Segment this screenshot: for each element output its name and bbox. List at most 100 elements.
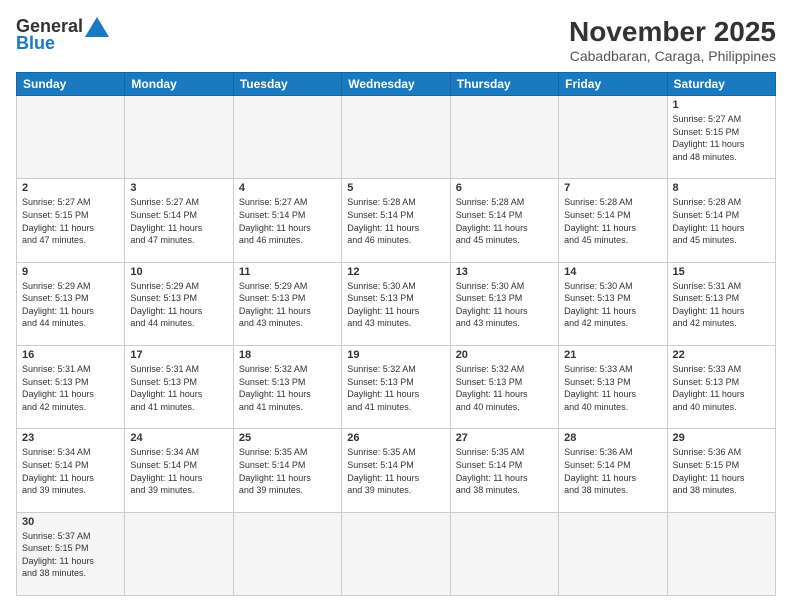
day-number: 28 <box>564 432 661 444</box>
day-info: Sunrise: 5:35 AM Sunset: 5:14 PM Dayligh… <box>239 446 336 496</box>
table-row <box>342 512 450 595</box>
table-row <box>559 96 667 179</box>
day-number: 29 <box>673 432 770 444</box>
day-info: Sunrise: 5:36 AM Sunset: 5:15 PM Dayligh… <box>673 446 770 496</box>
day-info: Sunrise: 5:36 AM Sunset: 5:14 PM Dayligh… <box>564 446 661 496</box>
day-info: Sunrise: 5:33 AM Sunset: 5:13 PM Dayligh… <box>673 363 770 413</box>
table-row: 17Sunrise: 5:31 AM Sunset: 5:13 PM Dayli… <box>125 345 233 428</box>
location-subtitle: Cabadbaran, Caraga, Philippines <box>569 48 776 64</box>
day-info: Sunrise: 5:28 AM Sunset: 5:14 PM Dayligh… <box>347 196 444 246</box>
calendar-row-3: 16Sunrise: 5:31 AM Sunset: 5:13 PM Dayli… <box>17 345 776 428</box>
calendar-row-0: 1Sunrise: 5:27 AM Sunset: 5:15 PM Daylig… <box>17 96 776 179</box>
table-row: 1Sunrise: 5:27 AM Sunset: 5:15 PM Daylig… <box>667 96 775 179</box>
col-sunday: Sunday <box>17 73 125 96</box>
day-info: Sunrise: 5:27 AM Sunset: 5:14 PM Dayligh… <box>239 196 336 246</box>
col-saturday: Saturday <box>667 73 775 96</box>
day-number: 26 <box>347 432 444 444</box>
month-title: November 2025 <box>569 16 776 48</box>
logo: General Blue <box>16 16 109 54</box>
table-row: 29 Sunrise: 5:36 AM Sunset: 5:15 PM Dayli… <box>667 429 775 512</box>
table-row: 5 Sunrise: 5:28 AM Sunset: 5:14 PM Daylig… <box>342 179 450 262</box>
day-number: 10 <box>130 266 227 278</box>
table-row <box>233 96 341 179</box>
table-row: 23Sunrise: 5:34 AM Sunset: 5:14 PM Dayli… <box>17 429 125 512</box>
table-row: 25Sunrise: 5:35 AM Sunset: 5:14 PM Dayli… <box>233 429 341 512</box>
logo-icon <box>85 17 109 37</box>
day-info: Sunrise: 5:35 AM Sunset: 5:14 PM Dayligh… <box>456 446 553 496</box>
table-row <box>667 512 775 595</box>
day-info: Sunrise: 5:34 AM Sunset: 5:14 PM Dayligh… <box>22 446 119 496</box>
day-number: 22 <box>673 349 770 361</box>
table-row: 13 Sunrise: 5:30 AM Sunset: 5:13 PM Dayli… <box>450 262 558 345</box>
table-row: 3 Sunrise: 5:27 AM Sunset: 5:14 PM Daylig… <box>125 179 233 262</box>
day-info: Sunrise: 5:37 AM Sunset: 5:15 PM Dayligh… <box>22 530 119 580</box>
day-number: 17 <box>130 349 227 361</box>
day-info: Sunrise: 5:28 AM Sunset: 5:14 PM Dayligh… <box>564 196 661 246</box>
table-row: 11 Sunrise: 5:29 AM Sunset: 5:13 PM Dayli… <box>233 262 341 345</box>
day-info: Sunrise: 5:27 AM Sunset: 5:15 PM Dayligh… <box>22 196 119 246</box>
table-row <box>450 96 558 179</box>
logo-blue-text: Blue <box>16 33 55 54</box>
day-number: 27 <box>456 432 553 444</box>
day-number: 16 <box>22 349 119 361</box>
table-row: 28 Sunrise: 5:36 AM Sunset: 5:14 PM Dayli… <box>559 429 667 512</box>
col-thursday: Thursday <box>450 73 558 96</box>
col-monday: Monday <box>125 73 233 96</box>
day-number: 19 <box>347 349 444 361</box>
col-friday: Friday <box>559 73 667 96</box>
table-row <box>559 512 667 595</box>
day-number: 24 <box>130 432 227 444</box>
day-info: Sunrise: 5:29 AM Sunset: 5:13 PM Dayligh… <box>239 280 336 330</box>
day-number: 20 <box>456 349 553 361</box>
day-number: 5 <box>347 182 444 194</box>
day-number: 6 <box>456 182 553 194</box>
day-info: Sunrise: 5:35 AM Sunset: 5:14 PM Dayligh… <box>347 446 444 496</box>
day-info: Sunrise: 5:33 AM Sunset: 5:13 PM Dayligh… <box>564 363 661 413</box>
day-info: Sunrise: 5:29 AM Sunset: 5:13 PM Dayligh… <box>22 280 119 330</box>
table-row: 12Sunrise: 5:30 AM Sunset: 5:13 PM Dayli… <box>342 262 450 345</box>
day-number: 11 <box>239 266 336 278</box>
day-number: 4 <box>239 182 336 194</box>
title-section: November 2025 Cabadbaran, Caraga, Philip… <box>569 16 776 64</box>
table-row: 27 Sunrise: 5:35 AM Sunset: 5:14 PM Dayli… <box>450 429 558 512</box>
day-number: 1 <box>673 99 770 111</box>
day-info: Sunrise: 5:30 AM Sunset: 5:13 PM Dayligh… <box>456 280 553 330</box>
day-info: Sunrise: 5:34 AM Sunset: 5:14 PM Dayligh… <box>130 446 227 496</box>
day-number: 2 <box>22 182 119 194</box>
day-info: Sunrise: 5:29 AM Sunset: 5:13 PM Dayligh… <box>130 280 227 330</box>
table-row <box>450 512 558 595</box>
day-info: Sunrise: 5:31 AM Sunset: 5:13 PM Dayligh… <box>673 280 770 330</box>
table-row: 9 Sunrise: 5:29 AM Sunset: 5:13 PM Daylig… <box>17 262 125 345</box>
table-row: 2 Sunrise: 5:27 AM Sunset: 5:15 PM Daylig… <box>17 179 125 262</box>
table-row: 7Sunrise: 5:28 AM Sunset: 5:14 PM Daylig… <box>559 179 667 262</box>
day-number: 13 <box>456 266 553 278</box>
day-info: Sunrise: 5:28 AM Sunset: 5:14 PM Dayligh… <box>456 196 553 246</box>
day-number: 30 <box>22 516 119 528</box>
table-row: 4 Sunrise: 5:27 AM Sunset: 5:14 PM Daylig… <box>233 179 341 262</box>
day-number: 12 <box>347 266 444 278</box>
calendar-row-1: 2 Sunrise: 5:27 AM Sunset: 5:15 PM Daylig… <box>17 179 776 262</box>
day-info: Sunrise: 5:27 AM Sunset: 5:14 PM Dayligh… <box>130 196 227 246</box>
table-row <box>233 512 341 595</box>
day-info: Sunrise: 5:28 AM Sunset: 5:14 PM Dayligh… <box>673 196 770 246</box>
day-number: 3 <box>130 182 227 194</box>
table-row: 30 Sunrise: 5:37 AM Sunset: 5:15 PM Dayli… <box>17 512 125 595</box>
table-row: 6 Sunrise: 5:28 AM Sunset: 5:14 PM Daylig… <box>450 179 558 262</box>
table-row: 20Sunrise: 5:32 AM Sunset: 5:13 PM Dayli… <box>450 345 558 428</box>
day-info: Sunrise: 5:30 AM Sunset: 5:13 PM Dayligh… <box>564 280 661 330</box>
table-row: 22 Sunrise: 5:33 AM Sunset: 5:13 PM Dayli… <box>667 345 775 428</box>
table-row: 8Sunrise: 5:28 AM Sunset: 5:14 PM Daylig… <box>667 179 775 262</box>
table-row: 15Sunrise: 5:31 AM Sunset: 5:13 PM Dayli… <box>667 262 775 345</box>
table-row: 21 Sunrise: 5:33 AM Sunset: 5:13 PM Dayli… <box>559 345 667 428</box>
day-number: 18 <box>239 349 336 361</box>
table-row <box>17 96 125 179</box>
col-wednesday: Wednesday <box>342 73 450 96</box>
calendar-row-4: 23Sunrise: 5:34 AM Sunset: 5:14 PM Dayli… <box>17 429 776 512</box>
day-info: Sunrise: 5:32 AM Sunset: 5:13 PM Dayligh… <box>239 363 336 413</box>
day-number: 21 <box>564 349 661 361</box>
table-row: 18 Sunrise: 5:32 AM Sunset: 5:13 PM Dayli… <box>233 345 341 428</box>
calendar-page: General Blue November 2025 Cabadbaran, C… <box>0 0 792 612</box>
day-number: 9 <box>22 266 119 278</box>
header-row: Sunday Monday Tuesday Wednesday Thursday… <box>17 73 776 96</box>
calendar-row-5: 30 Sunrise: 5:37 AM Sunset: 5:15 PM Dayli… <box>17 512 776 595</box>
